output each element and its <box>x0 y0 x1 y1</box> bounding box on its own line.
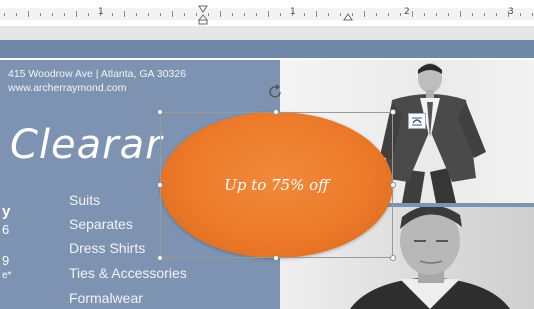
ruler-number: 1 <box>98 7 104 17</box>
ruler-tick <box>316 11 317 17</box>
ruler-tick <box>256 13 257 16</box>
ruler-number: 2 <box>404 7 410 17</box>
address-line: 415 Woodrow Ave | Atlanta, GA 30326 <box>8 68 187 80</box>
ruler-tick <box>412 11 413 17</box>
ruler-tick <box>436 13 437 16</box>
resize-handle-bottom-left[interactable] <box>157 255 163 261</box>
ruler-tick <box>160 13 161 16</box>
ruler-tick <box>340 13 341 16</box>
ruler-tick <box>88 13 89 16</box>
category-dress-shirts: Dress Shirts <box>69 240 146 256</box>
ruler-number: 3 <box>508 7 514 17</box>
ruler-tick <box>16 13 17 16</box>
resize-handle-top[interactable] <box>273 109 279 115</box>
cut-off-text: y <box>2 203 11 220</box>
ruler-tick <box>268 11 269 17</box>
resize-handle-top-right[interactable] <box>390 109 396 115</box>
cut-off-text: e* <box>2 270 12 281</box>
ruler-tick <box>172 11 173 17</box>
indent-marker-icon[interactable] <box>198 5 208 25</box>
ruler-tick <box>64 13 65 16</box>
ruler-tick <box>244 13 245 16</box>
cut-off-text: 6 <box>2 222 10 237</box>
ruler-tick <box>388 13 389 16</box>
layout-options-icon <box>412 117 422 126</box>
ruler-tick <box>76 11 77 17</box>
ruler-tick <box>208 13 209 16</box>
ruler-tick <box>304 13 305 16</box>
ruler-tick <box>400 13 401 16</box>
ruler-tick <box>472 13 473 16</box>
ruler-tick <box>520 13 521 16</box>
ruler-tick <box>40 13 41 16</box>
ruler-strip <box>0 8 534 20</box>
ruler-tick <box>364 11 365 17</box>
ruler-tick <box>148 13 149 16</box>
ruler-tick <box>460 11 461 17</box>
resize-handle-bottom[interactable] <box>273 255 279 261</box>
ruler-tick <box>28 11 29 17</box>
ruler-tick <box>184 13 185 16</box>
ruler-tick <box>112 13 113 16</box>
resize-handle-left[interactable] <box>157 182 163 188</box>
rotate-handle-icon[interactable] <box>268 84 284 100</box>
ruler-tick <box>4 13 5 16</box>
ruler-number: 1 <box>290 7 296 17</box>
layout-options-button[interactable] <box>408 113 426 129</box>
category-ties-accessories: Ties & Accessories <box>69 265 187 281</box>
resize-handle-top-left[interactable] <box>157 109 163 115</box>
flyer-header-band <box>0 40 534 58</box>
ruler-tick <box>196 13 197 16</box>
category-suits: Suits <box>69 192 101 208</box>
ruler-tick <box>424 13 425 16</box>
ruler-tick <box>448 13 449 16</box>
ruler-tick <box>136 13 137 16</box>
discount-text: Up to 75% off <box>224 176 329 194</box>
cut-off-text: 9 <box>2 253 10 268</box>
ruler-tick <box>124 11 125 17</box>
headline-clearance: Clearar <box>10 122 163 168</box>
resize-handle-bottom-right[interactable] <box>390 255 396 261</box>
website-line: www.archerraymond.com <box>8 82 127 94</box>
ruler-tick <box>484 13 485 16</box>
ruler-tick <box>220 11 221 17</box>
horizontal-ruler[interactable]: 1 1 2 3 <box>0 0 534 27</box>
category-separates: Separates <box>69 216 133 232</box>
ruler-tick <box>376 13 377 16</box>
ruler-tick <box>52 13 53 16</box>
category-formalwear: Formalwear <box>69 290 143 306</box>
ruler-tick <box>280 13 281 16</box>
ruler-tick <box>328 13 329 16</box>
ruler-tick <box>232 13 233 16</box>
ruler-tick <box>496 13 497 16</box>
page-gap <box>0 26 534 40</box>
right-indent-marker-icon[interactable] <box>343 13 353 23</box>
ruler-tick <box>532 13 533 16</box>
resize-handle-right[interactable] <box>390 182 396 188</box>
discount-circle-text[interactable]: Up to 75% off <box>160 112 393 258</box>
